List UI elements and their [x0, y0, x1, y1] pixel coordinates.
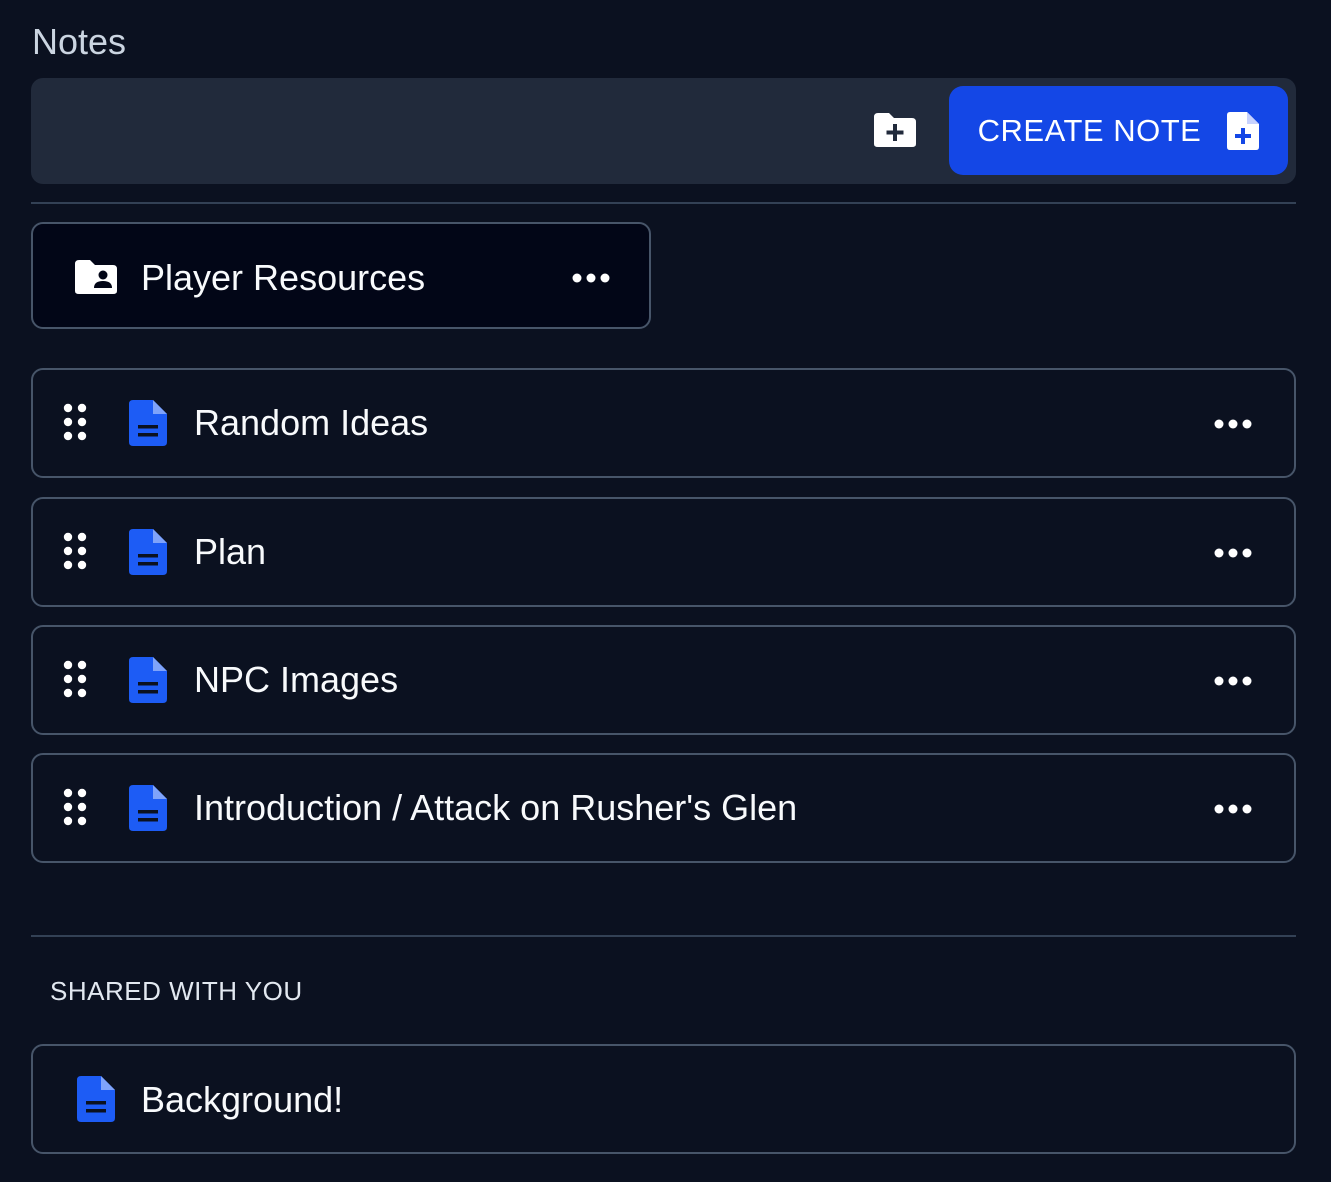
new-folder-button[interactable] — [863, 100, 927, 160]
create-note-button[interactable]: CREATE NOTE — [949, 86, 1288, 175]
shared-note-row[interactable]: Background! — [31, 1044, 1296, 1154]
folder-more-button[interactable] — [569, 260, 613, 296]
more-horizontal-icon — [1214, 419, 1252, 429]
drag-handle-icon[interactable] — [63, 403, 87, 441]
note-row[interactable]: Introduction / Attack on Rusher's Glen — [31, 753, 1296, 863]
drag-handle-icon[interactable] — [63, 532, 87, 570]
page-title: Notes — [32, 21, 127, 62]
drag-handle-icon[interactable] — [63, 660, 87, 698]
note-label: Plan — [194, 531, 267, 572]
folder-player-resources[interactable]: Player Resources — [31, 222, 651, 329]
document-icon — [129, 529, 167, 575]
note-row[interactable]: Plan — [31, 497, 1296, 607]
more-horizontal-icon — [1214, 804, 1252, 814]
note-label: Introduction / Attack on Rusher's Glen — [194, 787, 798, 828]
file-plus-icon — [1227, 111, 1260, 150]
folder-plus-icon — [874, 113, 916, 147]
note-more-button[interactable] — [1211, 663, 1255, 699]
note-more-button[interactable] — [1211, 535, 1255, 571]
folder-user-icon — [75, 260, 117, 294]
note-row[interactable]: NPC Images — [31, 625, 1296, 735]
document-icon — [77, 1076, 115, 1122]
document-icon — [129, 785, 167, 831]
drag-handle-icon[interactable] — [63, 788, 87, 826]
top-divider — [31, 202, 1296, 204]
more-horizontal-icon — [1214, 676, 1252, 686]
more-horizontal-icon — [1214, 548, 1252, 558]
document-icon — [129, 657, 167, 703]
shared-section-heading: SHARED WITH YOU — [50, 976, 303, 1006]
note-label: NPC Images — [194, 659, 399, 700]
notes-toolbar: CREATE NOTE — [31, 78, 1296, 184]
folder-label: Player Resources — [141, 257, 426, 298]
document-icon — [129, 400, 167, 446]
shared-divider — [31, 935, 1296, 937]
note-row[interactable]: Random Ideas — [31, 368, 1296, 478]
note-label: Random Ideas — [194, 402, 429, 443]
shared-note-label: Background! — [141, 1079, 344, 1120]
create-note-label: CREATE NOTE — [977, 112, 1202, 148]
note-more-button[interactable] — [1211, 406, 1255, 442]
note-more-button[interactable] — [1211, 791, 1255, 827]
more-horizontal-icon — [572, 273, 610, 283]
